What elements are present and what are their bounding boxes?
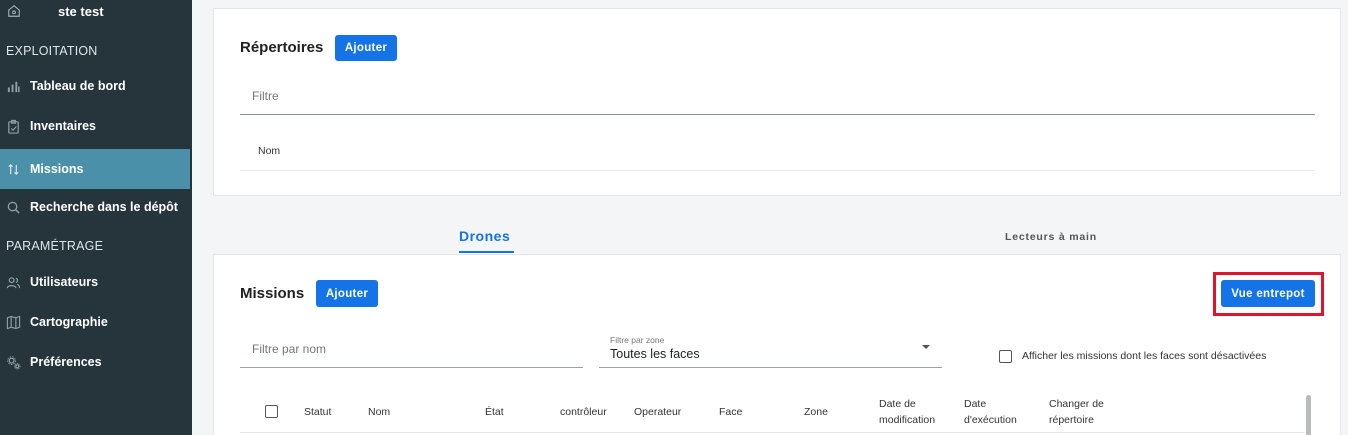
sidebar-item-label: Inventaires — [30, 119, 97, 133]
tab-drones[interactable]: Drones — [459, 228, 510, 244]
site-header[interactable]: ste test — [0, 0, 192, 26]
column-header-etat[interactable]: État — [485, 404, 504, 420]
add-repertoire-button[interactable]: Ajouter — [335, 35, 397, 61]
row-divider — [240, 170, 1315, 171]
sidebar: ste test EXPLOITATION Tableau de bord In… — [0, 0, 192, 435]
zone-filter-select[interactable]: Filtre par zone Toutes les faces — [599, 333, 942, 368]
sidebar-item-label: Cartographie — [30, 315, 108, 329]
zone-select-underline — [599, 367, 942, 368]
sidebar-item-label: Recherche dans le dépôt — [30, 200, 178, 214]
show-disabled-faces-label: Afficher les missions dont les faces son… — [1022, 350, 1267, 362]
sidebar-item-label: Utilisateurs — [30, 275, 99, 289]
missions-card: Missions Ajouter Vue entrepot Filtre par… — [213, 254, 1341, 435]
show-disabled-faces-checkbox[interactable] — [999, 350, 1012, 363]
header-divider — [240, 432, 1305, 433]
search-icon — [7, 201, 20, 214]
map-icon — [6, 315, 21, 330]
column-header-zone[interactable]: Zone — [804, 404, 828, 420]
column-header-nom[interactable]: Nom — [368, 404, 390, 420]
zone-filter-label: Filtre par zone — [610, 335, 665, 345]
repertoire-filter-input[interactable]: Filtre — [252, 89, 279, 103]
table-scrollbar[interactable] — [1306, 395, 1311, 435]
sidebar-item-inventaires[interactable]: Inventaires — [0, 106, 190, 146]
site-name: ste test — [58, 4, 104, 19]
sidebar-item-missions[interactable]: Missions — [0, 149, 190, 189]
dropdown-arrow-icon — [922, 345, 930, 349]
tab-lecteurs-a-main[interactable]: Lecteurs à main — [1005, 231, 1097, 243]
repertoires-title: Répertoires — [240, 39, 324, 56]
column-header-nom: Nom — [258, 145, 281, 157]
gears-icon — [7, 356, 21, 370]
missions-title: Missions — [240, 285, 305, 302]
arrows-updown-icon — [8, 163, 19, 176]
sidebar-item-cartographie[interactable]: Cartographie — [0, 302, 190, 342]
column-header-changer-repertoire[interactable]: Changer de répertoire — [1049, 396, 1119, 428]
add-mission-button[interactable]: Ajouter — [316, 280, 378, 307]
sidebar-item-recherche[interactable]: Recherche dans le dépôt — [0, 187, 190, 227]
active-tab-indicator — [459, 251, 514, 253]
sidebar-item-label: Préférences — [30, 355, 102, 369]
clipboard-icon — [8, 119, 19, 134]
column-header-face[interactable]: Face — [719, 404, 742, 420]
column-header-date-modification[interactable]: Date de modification — [879, 396, 949, 428]
section-title-parametrage: PARAMÉTRAGE — [6, 239, 104, 253]
home-icon — [8, 5, 20, 17]
sidebar-item-utilisateurs[interactable]: Utilisateurs — [0, 262, 190, 302]
sidebar-item-tableau-de-bord[interactable]: Tableau de bord — [0, 66, 190, 106]
column-header-statut[interactable]: Statut — [304, 404, 331, 420]
section-title-exploitation: EXPLOITATION — [6, 44, 98, 58]
filter-by-name-input[interactable]: Filtre par nom — [252, 342, 326, 356]
repertoires-card: Répertoires Ajouter Filtre Nom — [213, 8, 1341, 196]
users-icon — [6, 277, 21, 289]
filter-underline — [240, 114, 1315, 115]
column-header-controleur[interactable]: contrôleur — [560, 404, 607, 420]
sidebar-item-label: Tableau de bord — [30, 79, 126, 93]
sidebar-item-preferences[interactable]: Préférences — [0, 342, 190, 382]
column-header-date-execution[interactable]: Date d'exécution — [964, 396, 1024, 428]
name-filter-underline — [240, 367, 583, 368]
column-header-operateur[interactable]: Operateur — [634, 404, 681, 420]
select-all-checkbox[interactable] — [265, 405, 278, 418]
zone-filter-value: Toutes les faces — [610, 347, 700, 361]
view-warehouse-button[interactable]: Vue entrepot — [1221, 280, 1315, 307]
sidebar-item-label: Missions — [30, 162, 84, 176]
bar-chart-icon — [7, 81, 20, 93]
